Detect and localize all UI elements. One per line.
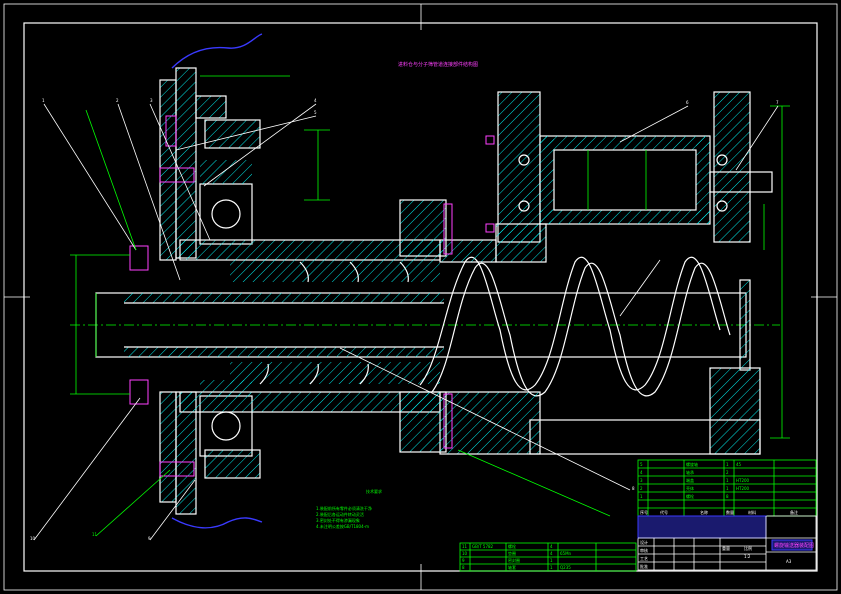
svg-text:1: 1 (726, 478, 729, 483)
svg-text:8: 8 (726, 494, 729, 499)
svg-text:4: 4 (314, 98, 317, 103)
svg-text:11: 11 (92, 532, 98, 537)
title-block: 设计 审核 工艺 批准 重量 比例 1:2 螺旋输送器装配图 A3 (637, 515, 817, 571)
svg-text:1: 1 (640, 494, 643, 499)
svg-text:螺栓: 螺栓 (686, 493, 694, 499)
svg-text:5: 5 (314, 110, 317, 115)
svg-text:壳体: 壳体 (686, 485, 694, 491)
svg-text:6: 6 (686, 100, 689, 105)
small-note: 技术要求 (366, 488, 382, 494)
svg-text:2: 2 (116, 98, 119, 103)
svg-text:4: 4 (550, 551, 553, 556)
svg-text:重量: 重量 (722, 545, 730, 551)
svg-text:1: 1 (550, 558, 553, 563)
svg-text:1.装配前所有零件必须清洗干净: 1.装配前所有零件必须清洗干净 (316, 505, 372, 511)
svg-text:Q235: Q235 (560, 565, 571, 570)
svg-text:备注: 备注 (790, 509, 798, 515)
svg-text:4: 4 (640, 470, 643, 475)
svg-text:9: 9 (148, 536, 151, 541)
left-housing (159, 33, 441, 529)
svg-text:工艺: 工艺 (640, 556, 648, 561)
svg-text:2.装配后各运动件转动灵活: 2.装配后各运动件转动灵活 (316, 511, 364, 517)
svg-text:5: 5 (640, 462, 643, 467)
svg-text:1: 1 (42, 98, 45, 103)
svg-text:垫圈: 垫圈 (508, 550, 516, 556)
svg-text:比例: 比例 (744, 545, 752, 551)
svg-text:GB/T 5782: GB/T 5782 (472, 544, 494, 549)
svg-text:螺栓: 螺栓 (508, 543, 516, 549)
svg-text:45: 45 (736, 462, 742, 467)
svg-text:材料: 材料 (748, 509, 756, 515)
svg-text:轴承: 轴承 (686, 469, 694, 475)
part-callouts: 1 2 3 4 5 6 7 8 9 10 11 (30, 98, 779, 541)
left-table: 11 GB/T 5782 螺栓 4 10 垫圈 4 65Mn 9 密封圈 1 8… (459, 542, 637, 572)
svg-text:数量: 数量 (726, 509, 734, 515)
svg-text:2: 2 (726, 470, 729, 475)
svg-text:8: 8 (632, 486, 635, 491)
parts-list: 5 螺旋轴 1 45 4 轴承 2 3 端盖 1 HT200 2 壳体 1 HT… (637, 459, 817, 517)
screw-flights (419, 256, 731, 397)
svg-text:1: 1 (726, 462, 729, 467)
svg-text:8: 8 (462, 565, 465, 570)
svg-text:3: 3 (150, 98, 153, 103)
svg-text:密封圈: 密封圈 (508, 557, 520, 563)
leader-lines (33, 103, 779, 541)
svg-text:轴套: 轴套 (508, 564, 516, 570)
svg-text:HT200: HT200 (736, 478, 750, 483)
svg-text:批准: 批准 (640, 563, 648, 569)
svg-text:10: 10 (462, 551, 468, 556)
svg-text:4: 4 (550, 544, 553, 549)
svg-text:A3: A3 (786, 559, 792, 564)
svg-text:序号: 序号 (640, 509, 648, 515)
svg-text:1: 1 (726, 486, 729, 491)
cad-drawing: 进料仓与分子筛管道连接部件结构图 技术要求 1.装配前所有零件必须清洗干净 2.… (3, 3, 838, 591)
svg-text:代号: 代号 (660, 509, 668, 515)
svg-text:名称: 名称 (700, 509, 708, 515)
drawing-title: 进料仓与分子筛管道连接部件结构图 (398, 61, 478, 68)
svg-text:3.密封处不得有渗漏现象: 3.密封处不得有渗漏现象 (316, 517, 360, 523)
svg-text:1: 1 (550, 565, 553, 570)
svg-text:1:2: 1:2 (744, 554, 751, 559)
svg-text:端盖: 端盖 (686, 477, 694, 483)
svg-text:65Mn: 65Mn (560, 551, 572, 556)
svg-text:10: 10 (30, 536, 36, 541)
svg-text:7: 7 (776, 100, 779, 105)
svg-text:HT200: HT200 (736, 486, 750, 491)
svg-text:螺旋输送器装配图: 螺旋输送器装配图 (774, 542, 814, 549)
svg-text:2: 2 (640, 486, 643, 491)
svg-text:11: 11 (462, 544, 468, 549)
svg-text:审核: 审核 (640, 547, 648, 553)
technical-notes: 1.装配前所有零件必须清洗干净 2.装配后各运动件转动灵活 3.密封处不得有渗漏… (316, 505, 372, 529)
svg-text:3: 3 (640, 478, 643, 483)
svg-text:4.未注明公差按GB/T1804-m: 4.未注明公差按GB/T1804-m (316, 523, 369, 529)
svg-text:9: 9 (462, 558, 465, 563)
svg-text:设计: 设计 (640, 539, 648, 545)
right-housing (399, 91, 773, 455)
svg-text:螺旋轴: 螺旋轴 (686, 461, 698, 467)
